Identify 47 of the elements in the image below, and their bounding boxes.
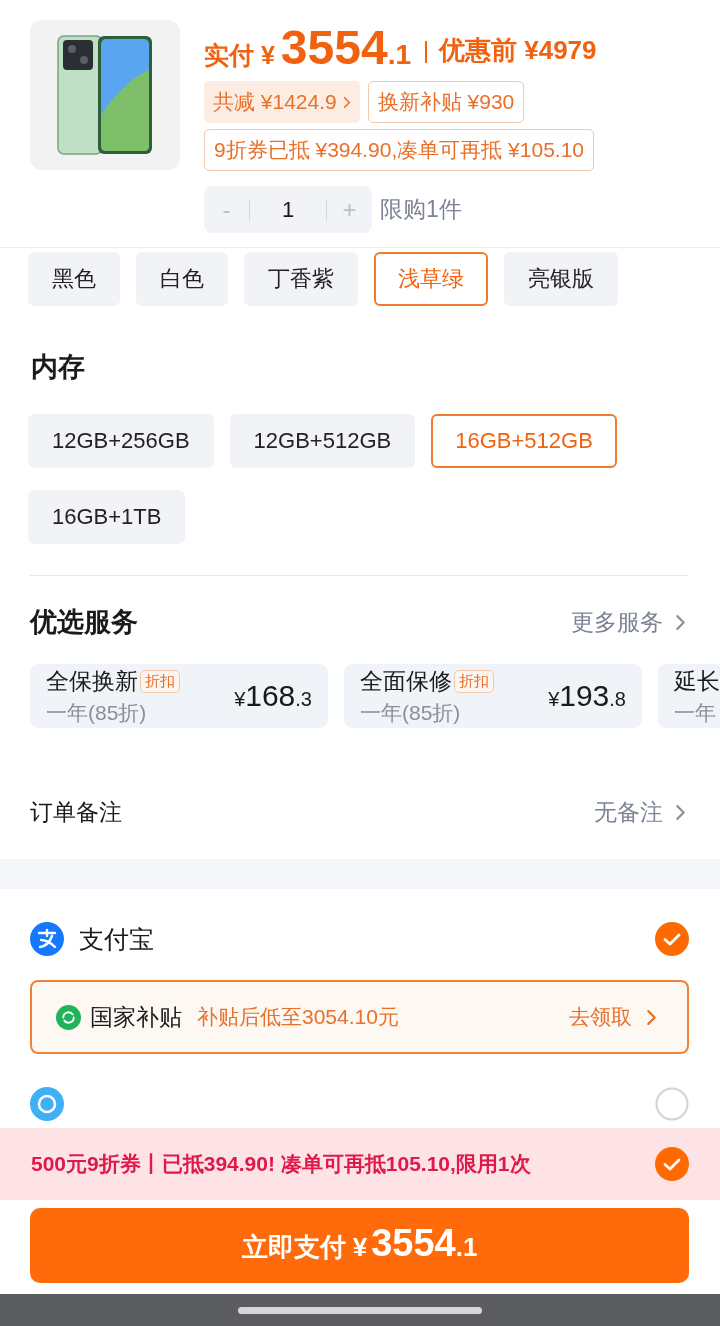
installment-icon bbox=[30, 1087, 64, 1121]
chevron-icon bbox=[675, 613, 686, 631]
refresh-icon bbox=[56, 1004, 81, 1030]
section-title: 优选服务 bbox=[30, 606, 138, 639]
service-card[interactable]: 延长 一年 bbox=[658, 664, 720, 728]
limit-text: 限购1件 bbox=[380, 195, 462, 224]
checked-circle-icon[interactable] bbox=[655, 1147, 689, 1181]
chevron-icon bbox=[646, 1008, 657, 1026]
service-card[interactable]: 全面保修 折扣 一年(85折) ¥193.8 bbox=[344, 664, 642, 728]
chevron-icon bbox=[342, 95, 351, 109]
option-chip[interactable]: 12GB+512GB bbox=[229, 414, 416, 468]
service-term: 一年 bbox=[674, 699, 717, 726]
coupon-tag: 9折券已抵 ¥394.90,凑单可再抵 ¥105.10 bbox=[204, 129, 594, 171]
home-indicator[interactable] bbox=[238, 1306, 482, 1314]
chevron-icon bbox=[675, 803, 686, 821]
payment-label: 支付宝 bbox=[79, 923, 154, 955]
original-price: 优惠前 ¥4979 bbox=[439, 34, 597, 67]
subsidy-tag: 换新补贴 ¥930 bbox=[367, 81, 525, 123]
service-term: 一年(85折) bbox=[360, 699, 462, 726]
price-text: 实付 ¥3554.1 bbox=[204, 20, 411, 75]
service-term: 一年(85折) bbox=[46, 699, 148, 726]
service-price: ¥193.8 bbox=[548, 679, 626, 713]
more-services-link[interactable]: 更多服务 bbox=[571, 606, 686, 638]
service-card[interactable]: 全保换新 折扣 一年(85折) ¥168.3 bbox=[30, 664, 328, 728]
service-title: 延长 bbox=[674, 666, 720, 696]
option-chip[interactable]: 丁香紫 bbox=[244, 252, 358, 306]
option-chip[interactable]: 黑色 bbox=[28, 252, 120, 306]
option-chip[interactable]: 白色 bbox=[136, 252, 228, 306]
service-title: 全保换新 bbox=[46, 666, 138, 696]
section-title: 内存 bbox=[31, 351, 86, 384]
order-note-link[interactable]: 无备注 bbox=[594, 796, 686, 828]
service-price: ¥168.3 bbox=[234, 679, 312, 713]
option-chip[interactable]: 12GB+256GB bbox=[28, 414, 214, 468]
subsidy-text: 补贴后低至3054.10元 bbox=[197, 1004, 399, 1030]
radio-circle[interactable] bbox=[655, 1087, 689, 1121]
coupon-text: 500元9折券丨已抵394.90! 凑单可再抵105.10,限用1次 bbox=[31, 1151, 531, 1177]
subsidy-label: 国家补贴 bbox=[90, 1002, 182, 1032]
option-chip[interactable]: 16GB+1TB bbox=[28, 490, 186, 544]
option-chip[interactable]: 亮银版 bbox=[504, 252, 618, 306]
checked-circle-icon[interactable] bbox=[655, 922, 689, 956]
subsidy-card[interactable]: 国家补贴 补贴后低至3054.10元 去领取 bbox=[30, 980, 689, 1054]
discount-badge: 折扣 bbox=[454, 669, 494, 693]
service-title: 全面保修 bbox=[360, 666, 452, 696]
quantity-value: 1 bbox=[280, 196, 296, 223]
discount-badge: 折扣 bbox=[140, 669, 180, 693]
order-note-label: 订单备注 bbox=[30, 797, 122, 827]
alipay-icon bbox=[30, 922, 64, 956]
